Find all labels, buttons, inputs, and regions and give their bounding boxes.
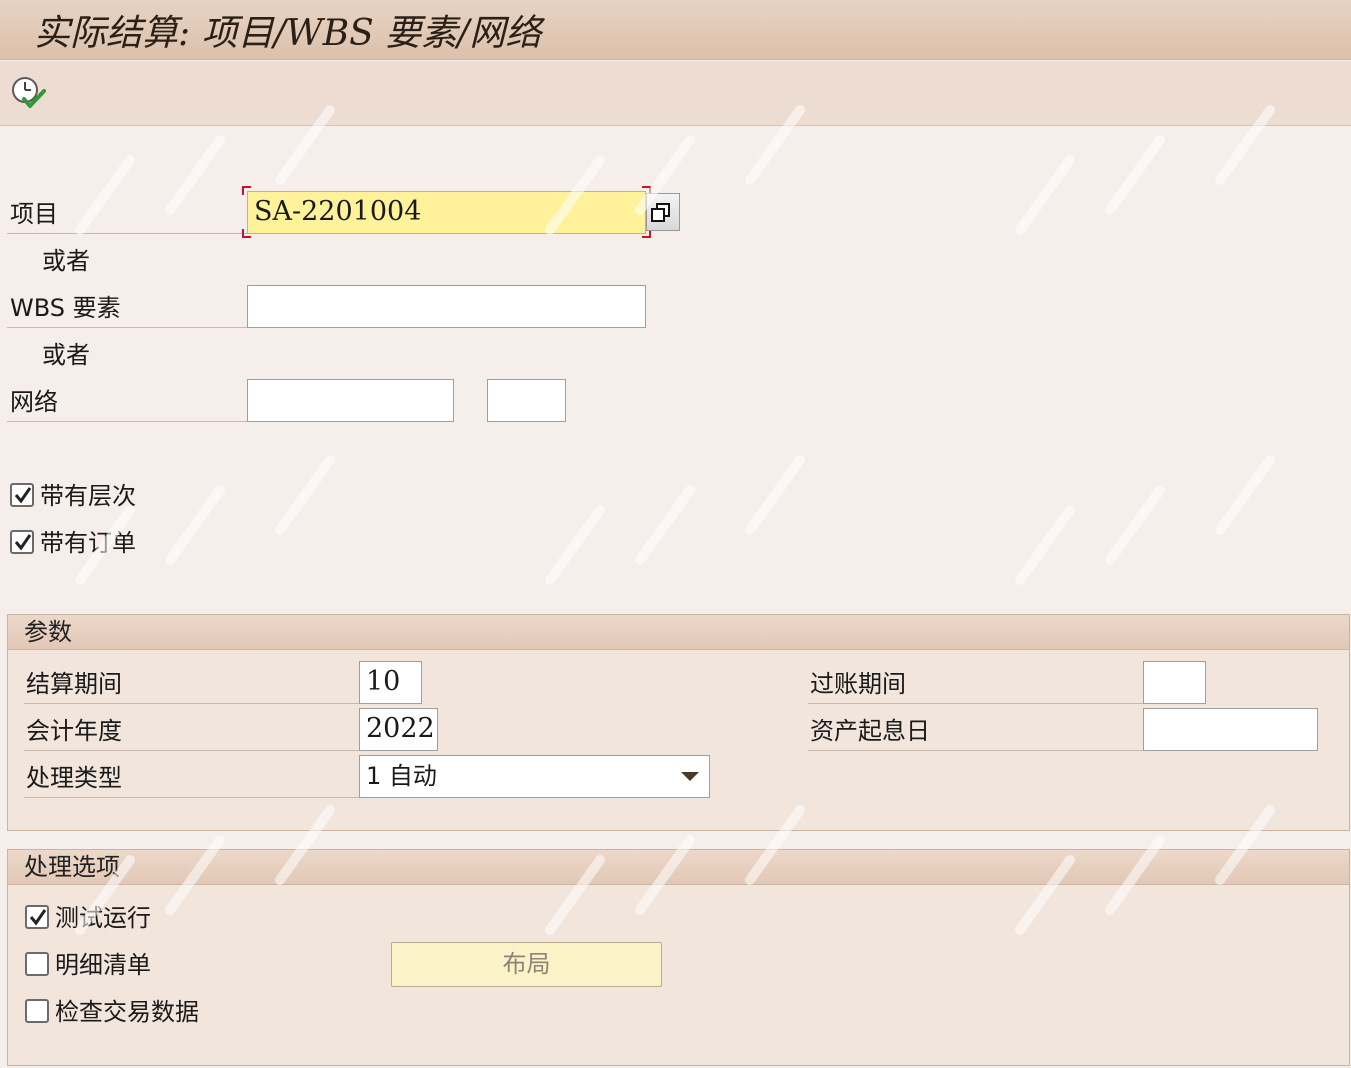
processing-type-selected-value: 1 自动 [366, 762, 437, 790]
focus-corner-bl [242, 229, 251, 238]
wbs-label-underline [7, 327, 247, 328]
network-label: 网络 [10, 388, 58, 416]
processing-type-underline [24, 797, 359, 798]
with-orders-label: 带有订单 [40, 529, 136, 557]
parameters-group-title: 参数 [24, 618, 72, 646]
test-run-checkbox[interactable] [25, 905, 49, 929]
processing-type-label: 处理类型 [26, 764, 122, 792]
processing-options-group: 处理选项 [7, 849, 1350, 1066]
checkmark-icon [29, 909, 47, 926]
project-input[interactable]: SA-2201004 [247, 191, 646, 234]
with-hierarchy-label: 带有层次 [40, 482, 136, 510]
wbs-input[interactable] [247, 285, 646, 328]
asset-value-date-underline [808, 750, 1143, 751]
with-hierarchy-checkbox[interactable] [10, 483, 34, 507]
execute-clock-check-icon [12, 77, 46, 108]
or-label-1: 或者 [42, 247, 90, 275]
asset-value-date-label: 资产起息日 [810, 717, 930, 745]
page-title: 实际结算: 项目/WBS 要素/网络 [34, 13, 542, 54]
posting-period-underline [808, 703, 1143, 704]
layout-button[interactable]: 布局 [391, 942, 662, 987]
focus-corner-tl [242, 186, 251, 195]
posting-period-label: 过账期间 [810, 670, 906, 698]
or-label-2: 或者 [42, 341, 90, 369]
detail-list-checkbox[interactable] [25, 952, 49, 976]
network-activity-input[interactable] [487, 379, 566, 422]
asset-value-date-input[interactable] [1143, 708, 1318, 751]
network-input[interactable] [247, 379, 454, 422]
network-label-underline [7, 421, 247, 422]
value-help-icon [651, 203, 670, 222]
fiscal-year-input[interactable]: 2022 [359, 708, 438, 751]
checkmark-icon [14, 534, 32, 551]
settlement-period-underline [24, 703, 359, 704]
title-bar: 实际结算: 项目/WBS 要素/网络 [0, 0, 1351, 60]
processing-type-select[interactable]: 1 自动 [359, 755, 710, 798]
parameters-group-header: 参数 [8, 615, 1349, 650]
processing-options-group-header: 处理选项 [8, 850, 1349, 885]
check-transaction-data-checkbox[interactable] [25, 999, 49, 1023]
fiscal-year-underline [24, 750, 359, 751]
with-orders-checkbox[interactable] [10, 530, 34, 554]
project-search-help-button[interactable] [646, 193, 680, 231]
checkmark-icon [14, 487, 32, 504]
settlement-period-label: 结算期间 [26, 670, 122, 698]
test-run-label: 测试运行 [55, 904, 151, 932]
settlement-period-input[interactable]: 10 [359, 661, 422, 704]
project-label: 项目 [10, 200, 58, 228]
application-toolbar [0, 61, 1351, 126]
processing-options-group-title: 处理选项 [24, 853, 120, 881]
detail-list-label: 明细清单 [55, 951, 151, 979]
execute-button[interactable] [10, 75, 46, 111]
check-transaction-data-label: 检查交易数据 [55, 998, 199, 1026]
wbs-label: WBS 要素 [10, 294, 121, 322]
chevron-down-icon [681, 772, 699, 781]
project-label-underline [7, 233, 247, 234]
posting-period-input[interactable] [1143, 661, 1206, 704]
fiscal-year-label: 会计年度 [26, 717, 122, 745]
